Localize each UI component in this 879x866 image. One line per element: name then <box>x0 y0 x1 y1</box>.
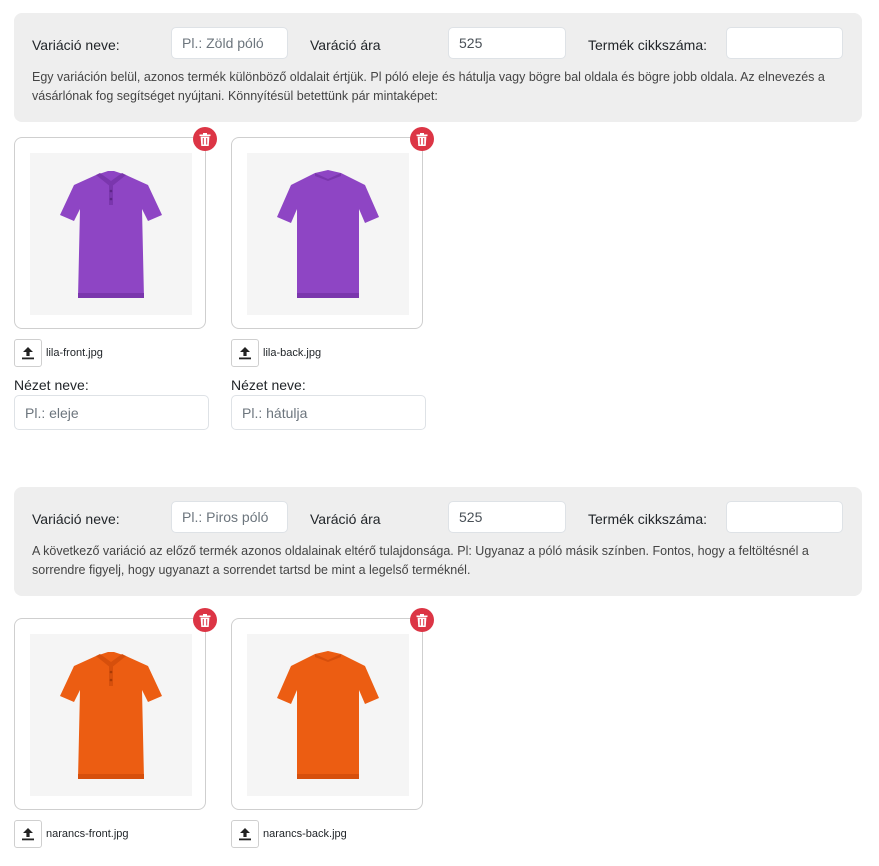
variation-price-label: Varáció ára <box>310 37 381 53</box>
variation-name-input[interactable] <box>171 501 288 533</box>
orange-polo-back-image <box>277 651 379 779</box>
image-filename: narancs-front.jpg <box>46 828 129 840</box>
view-name-label: Nézet neve: <box>231 377 306 393</box>
upload-button[interactable] <box>231 820 259 848</box>
sku-input[interactable] <box>726 501 843 533</box>
image-card <box>231 137 423 329</box>
image-filename: lila-back.jpg <box>263 347 322 359</box>
product-photo <box>30 634 192 796</box>
upload-button[interactable] <box>14 820 42 848</box>
purple-polo-front-image <box>60 171 162 298</box>
sku-input[interactable] <box>726 27 843 59</box>
delete-image-button[interactable] <box>193 608 217 632</box>
product-photo <box>247 634 409 796</box>
variation-name-label: Variáció neve: <box>32 511 120 527</box>
view-name-input[interactable] <box>14 395 209 430</box>
view-name-input[interactable] <box>231 395 426 430</box>
trash-icon <box>199 613 211 627</box>
product-photo <box>30 153 192 315</box>
upload-icon <box>22 347 34 360</box>
variation-description: A következő variáció az előző termék azo… <box>32 544 809 577</box>
variation-name-input[interactable] <box>171 27 288 59</box>
trash-icon <box>416 613 428 627</box>
upload-icon <box>239 828 251 841</box>
view-name-label: Nézet neve: <box>14 377 89 393</box>
sku-label: Termék cikkszáma: <box>588 37 708 53</box>
variation-price-input[interactable] <box>448 501 566 533</box>
image-card <box>14 618 206 810</box>
variation-name-label: Variáció neve: <box>32 37 120 53</box>
variation-price-label: Varáció ára <box>310 511 381 527</box>
sku-label: Termék cikkszáma: <box>588 511 708 527</box>
upload-icon <box>239 347 251 360</box>
variation-panel-2: Variáció neve: Varáció ára Termék cikksz… <box>14 487 862 596</box>
upload-button[interactable] <box>231 339 259 367</box>
delete-image-button[interactable] <box>410 608 434 632</box>
variation-price-input[interactable] <box>448 27 566 59</box>
variation-description: Egy variáción belül, azonos termék külön… <box>32 70 825 103</box>
trash-icon <box>416 132 428 146</box>
trash-icon <box>199 132 211 146</box>
upload-button[interactable] <box>14 339 42 367</box>
delete-image-button[interactable] <box>193 127 217 151</box>
variation-panel-1: Variáció neve: Varáció ára Termék cikksz… <box>14 13 862 122</box>
image-filename: lila-front.jpg <box>46 347 103 359</box>
delete-image-button[interactable] <box>410 127 434 151</box>
purple-polo-back-image <box>277 170 379 298</box>
image-filename: narancs-back.jpg <box>263 828 347 840</box>
product-photo <box>247 153 409 315</box>
orange-polo-front-image <box>60 652 162 779</box>
image-card <box>14 137 206 329</box>
upload-icon <box>22 828 34 841</box>
image-card <box>231 618 423 810</box>
